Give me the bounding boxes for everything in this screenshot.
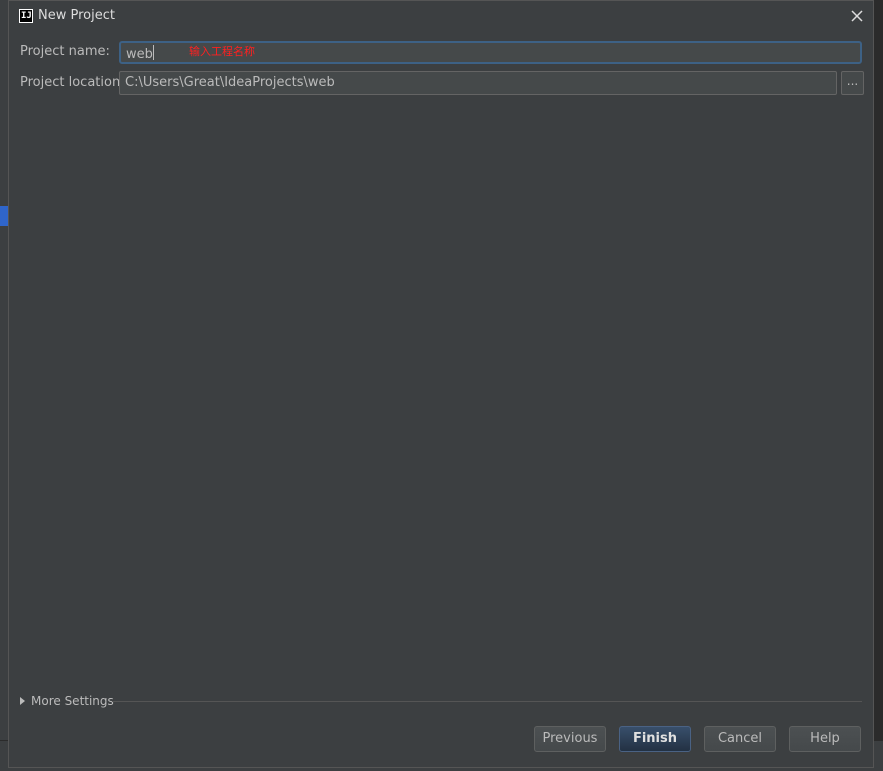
background-editor-edge xyxy=(874,0,883,770)
project-name-label: Project name: xyxy=(20,44,110,59)
new-project-dialog: IJ New Project Project name: web 输入工程名称 … xyxy=(8,0,874,768)
more-settings-separator xyxy=(112,701,862,702)
intellij-app-icon: IJ xyxy=(19,9,33,23)
more-settings-label: More Settings xyxy=(31,694,114,708)
help-button[interactable]: Help xyxy=(789,726,861,752)
project-location-input[interactable]: C:\Users\Great\IdeaProjects\web xyxy=(119,71,837,95)
more-settings-toggle[interactable]: More Settings xyxy=(20,694,114,708)
text-caret xyxy=(152,45,154,60)
expand-triangle-icon xyxy=(20,697,25,705)
project-name-annotation: 输入工程名称 xyxy=(189,45,255,58)
project-location-label: Project location: xyxy=(20,75,125,90)
cancel-button[interactable]: Cancel xyxy=(704,726,776,752)
dialog-titlebar: IJ New Project xyxy=(9,1,873,32)
finish-button[interactable]: Finish xyxy=(619,726,691,752)
close-button[interactable] xyxy=(847,6,867,26)
background-selection-strip xyxy=(0,206,8,226)
close-icon xyxy=(851,10,863,22)
project-name-value: web xyxy=(126,47,153,62)
background-ide-panel xyxy=(0,0,8,770)
browse-location-button[interactable]: ... xyxy=(841,71,864,95)
dialog-title: New Project xyxy=(38,8,115,23)
previous-button[interactable]: Previous xyxy=(534,726,606,752)
